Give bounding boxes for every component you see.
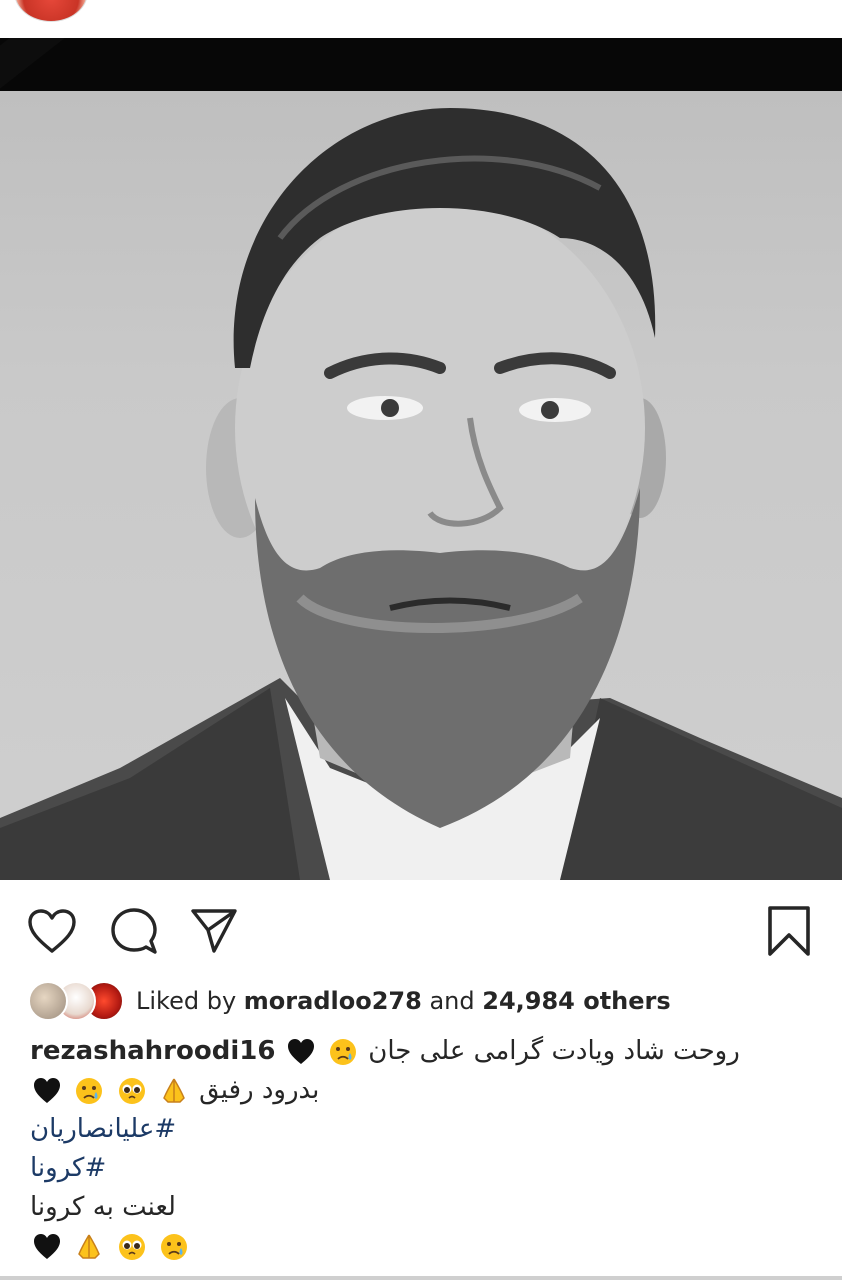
caption-line-5: لعنت به کرونا	[30, 1188, 820, 1227]
folded-hands-icon	[78, 1234, 101, 1259]
caption-text-2: بدرود رفیق	[199, 1075, 320, 1105]
save-button[interactable]	[763, 905, 815, 957]
crying-face-icon	[76, 1077, 103, 1104]
folded-hands-icon	[162, 1078, 185, 1103]
hashtag-link[interactable]: #علیانصاریان	[30, 1110, 176, 1149]
caption-text-1: روحت شاد ویادت گرامی علی جان	[368, 1036, 740, 1066]
paper-plane-icon	[191, 909, 237, 953]
caption-line-4: #کرونا	[30, 1149, 820, 1188]
caption-text-5: لعنت به کرونا	[30, 1192, 176, 1222]
caption-line-6-emoji	[30, 1227, 191, 1266]
hashtag-link[interactable]: #کرونا	[30, 1149, 106, 1188]
post-action-bar	[0, 895, 842, 967]
caption-line-3: #علیانصاریان	[30, 1110, 820, 1149]
black-heart-icon	[287, 1038, 314, 1064]
crying-face-icon	[160, 1233, 187, 1260]
liker-avatar	[28, 981, 68, 1021]
hashtag-wrapper: #کرونا	[30, 1149, 106, 1188]
crying-face-icon	[329, 1038, 356, 1065]
pleading-face-icon	[118, 1077, 145, 1104]
black-heart-icon	[34, 1233, 60, 1259]
comment-button[interactable]	[108, 905, 160, 957]
caption-line-2: بدرود رفیق	[30, 1071, 820, 1110]
caption-line-6	[30, 1227, 820, 1266]
caption-username[interactable]: rezashahroodi16	[30, 1036, 275, 1066]
share-button[interactable]	[188, 905, 240, 957]
caption-line-1-text: روحت شاد ویادت گرامی علی جان	[284, 1032, 740, 1071]
caption-line-2-text: بدرود رفیق	[30, 1071, 319, 1110]
likes-user-link[interactable]: moradloo278	[244, 987, 422, 1015]
post-photo[interactable]	[0, 38, 842, 880]
likes-count-link[interactable]: 24,984 others	[482, 987, 670, 1015]
likes-row[interactable]: Liked by moradloo278 and 24,984 others	[28, 980, 671, 1022]
likes-prefix: Liked by	[136, 987, 237, 1015]
comment-icon	[111, 908, 157, 954]
likes-text: Liked by moradloo278 and 24,984 others	[136, 987, 671, 1015]
portrait-illustration	[0, 108, 842, 880]
bookmark-icon	[768, 906, 810, 956]
pleading-face-icon	[118, 1233, 145, 1260]
heart-icon	[28, 909, 76, 953]
black-heart-icon	[34, 1077, 60, 1103]
likes-connector: and	[429, 987, 475, 1015]
post-caption: rezashahroodi16 روحت شاد ویادت گرامی علی…	[30, 1032, 820, 1266]
divider	[0, 1276, 842, 1280]
profile-avatar[interactable]	[14, 0, 88, 22]
hashtag-wrapper: #علیانصاریان	[30, 1110, 176, 1149]
post-header	[0, 0, 842, 38]
caption-line-1: rezashahroodi16 روحت شاد ویادت گرامی علی…	[30, 1032, 820, 1071]
like-button[interactable]	[26, 905, 78, 957]
